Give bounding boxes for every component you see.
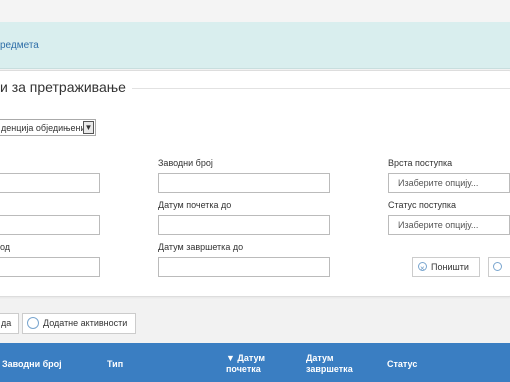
left-action-button[interactable]: да — [0, 313, 19, 334]
search-button[interactable] — [488, 257, 510, 277]
status-postupka-select[interactable]: Изаберите опцију... — [388, 215, 510, 235]
th-tip[interactable]: Тип — [107, 359, 123, 370]
evidence-select-value: денција обједињени — [1, 123, 86, 133]
zavodni-broj-input[interactable] — [158, 173, 330, 193]
field-left-1[interactable] — [0, 173, 100, 193]
field-left-2[interactable] — [0, 215, 100, 235]
additional-activities-label: Додатне активности — [43, 318, 128, 328]
info-text: редмета — [0, 40, 39, 51]
th-status[interactable]: Статус — [387, 359, 417, 370]
evidence-select[interactable]: денција обједињени ▼ — [0, 119, 96, 136]
gear-icon — [27, 316, 39, 329]
close-icon — [418, 260, 427, 278]
th-zavodni-broj[interactable]: Заводни број — [2, 359, 62, 370]
zavodni-broj-label: Заводни број — [158, 158, 213, 168]
additional-activities-button[interactable]: Додатне активности — [22, 313, 136, 334]
legend-divider — [130, 88, 510, 89]
left-action-label: да — [1, 318, 12, 328]
datum-zavrsetka-od-input[interactable] — [0, 257, 100, 277]
datum-zavrsetka-do-input[interactable] — [158, 257, 330, 277]
datum-pocetka-do-label: Датум почетка до — [158, 200, 232, 210]
reset-button-label: Поништи — [431, 262, 469, 272]
th-datum-pocetka[interactable]: ▼ Датум почетка — [226, 353, 271, 375]
top-bar — [0, 0, 510, 22]
table-header: Заводни број Тип ▼ Датум почетка Датум з… — [0, 343, 510, 382]
reset-button[interactable]: Поништи — [412, 257, 480, 278]
search-panel-title: и за претраживање — [0, 79, 132, 95]
search-icon — [493, 262, 502, 272]
vrsta-postupka-select[interactable]: Изаберите опцију... — [388, 173, 510, 193]
th-datum-zavrsetka[interactable]: Датум завршетка — [306, 353, 356, 375]
status-postupka-label: Статус поступка — [388, 200, 457, 210]
datum-zavrsetka-do-label: Датум завршетка до — [158, 242, 244, 252]
datum-pocetka-do-input[interactable] — [158, 215, 330, 235]
vrsta-postupka-label: Врста поступка — [388, 158, 453, 168]
chevron-down-icon[interactable]: ▼ — [83, 121, 94, 134]
datum-zavrsetka-od-label: од — [0, 242, 11, 252]
info-banner: редмета — [0, 22, 510, 69]
